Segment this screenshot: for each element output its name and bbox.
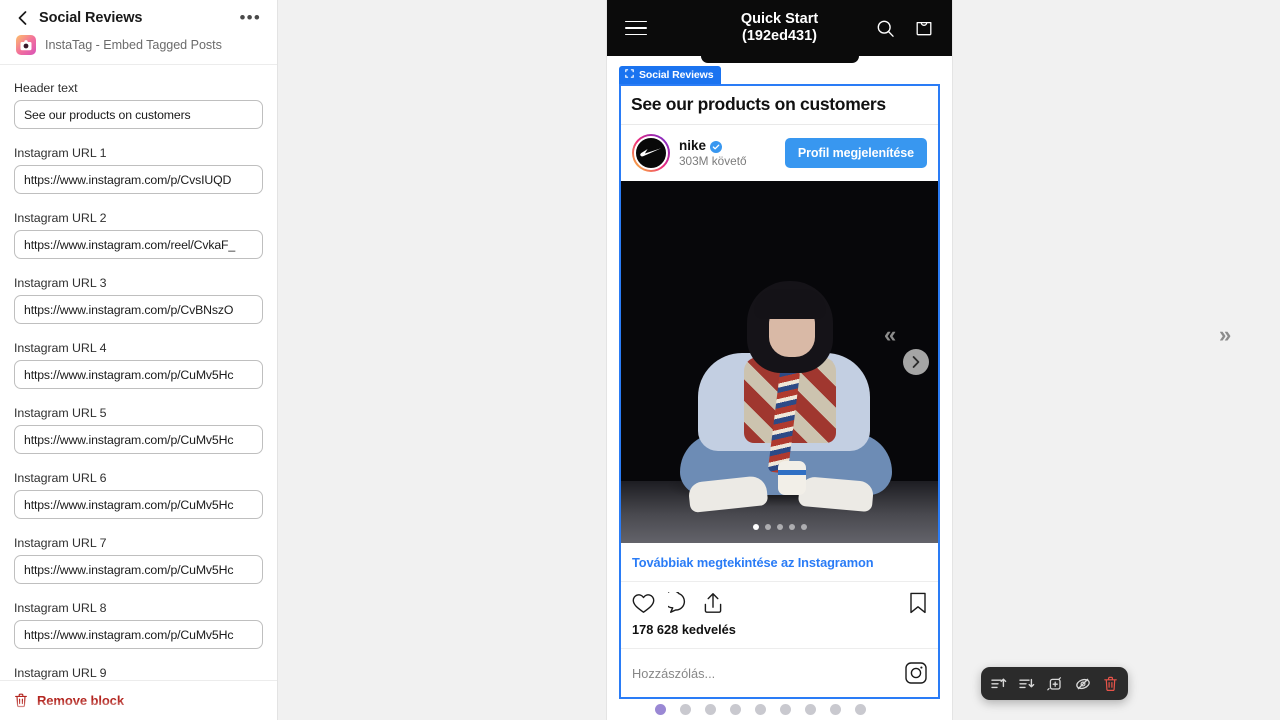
move-down-icon[interactable] bbox=[1019, 677, 1035, 691]
theme-preview-stage: « » Quick Start (192ed431) Social Review… bbox=[278, 0, 1280, 720]
instagram-url-input-2[interactable]: https://www.instagram.com/reel/CvkaF_ bbox=[14, 230, 263, 259]
remove-block-button[interactable]: Remove block bbox=[0, 680, 277, 720]
post-photo bbox=[621, 181, 938, 543]
hide-icon[interactable] bbox=[1075, 676, 1091, 692]
field-label: Instagram URL 2 bbox=[14, 211, 107, 225]
comment-row[interactable]: Hozzászólás... bbox=[621, 648, 938, 697]
field-label: Instagram URL 5 bbox=[14, 406, 107, 420]
instagram-url-input-7[interactable]: https://www.instagram.com/p/CuMv5Hc bbox=[14, 555, 263, 584]
field-label: Instagram URL 9 bbox=[14, 666, 107, 680]
preview-next-arrow[interactable]: » bbox=[1219, 322, 1231, 348]
section-dot[interactable] bbox=[680, 704, 691, 715]
instagram-post-header: nike 303M követő Profil megjelenítése bbox=[621, 125, 938, 181]
social-reviews-block[interactable]: Social Reviews See our products on custo… bbox=[619, 66, 940, 699]
verified-badge-icon bbox=[710, 140, 723, 153]
instagram-icon[interactable] bbox=[905, 662, 927, 684]
settings-field: Instagram URL 3 https://www.instagram.com… bbox=[14, 276, 263, 324]
section-dot[interactable] bbox=[755, 704, 766, 715]
section-dot[interactable] bbox=[730, 704, 741, 715]
settings-field: Instagram URL 6 https://www.instagram.com… bbox=[14, 471, 263, 519]
section-dot[interactable] bbox=[780, 704, 791, 715]
field-label: Instagram URL 7 bbox=[14, 536, 107, 550]
share-icon[interactable] bbox=[703, 592, 723, 614]
block-outline: See our products on customers nike 303M … bbox=[619, 84, 940, 699]
settings-field: Instagram URL 7 https://www.instagram.com… bbox=[14, 536, 263, 584]
storefront-topbar: Quick Start (192ed431) bbox=[607, 0, 952, 56]
block-actions-toolbar bbox=[981, 667, 1128, 700]
move-up-icon[interactable] bbox=[991, 677, 1007, 691]
heart-icon[interactable] bbox=[632, 593, 655, 614]
duplicate-icon[interactable] bbox=[1047, 676, 1063, 692]
field-label: Instagram URL 6 bbox=[14, 471, 107, 485]
settings-field: Header text See our products on customers bbox=[14, 81, 263, 129]
section-dot[interactable] bbox=[705, 704, 716, 715]
block-badge-label: Social Reviews bbox=[639, 69, 714, 81]
settings-field: Instagram URL 4 https://www.instagram.com… bbox=[14, 341, 263, 389]
media-next-button[interactable] bbox=[903, 349, 929, 375]
page-title: Social Reviews bbox=[39, 10, 143, 26]
hamburger-menu-icon[interactable] bbox=[625, 20, 647, 36]
section-pagination-dots[interactable] bbox=[607, 704, 952, 715]
storefront-body: Social Reviews See our products on custo… bbox=[607, 66, 952, 720]
section-dot[interactable] bbox=[855, 704, 866, 715]
settings-field: Instagram URL 1 https://www.instagram.com… bbox=[14, 146, 263, 194]
media-dot[interactable] bbox=[800, 524, 807, 530]
instagram-post-card: nike 303M követő Profil megjelenítése To… bbox=[621, 124, 938, 697]
search-icon[interactable] bbox=[876, 19, 895, 38]
instagram-url-input-8[interactable]: https://www.instagram.com/p/CuMv5Hc bbox=[14, 620, 263, 649]
instagram-url-input-5[interactable]: https://www.instagram.com/p/CuMv5Hc bbox=[14, 425, 263, 454]
view-profile-button[interactable]: Profil megjelenítése bbox=[784, 138, 927, 168]
view-more-on-instagram-link[interactable]: Továbbiak megtekintése az Instagramon bbox=[621, 543, 938, 581]
instagram-url-input-6[interactable]: https://www.instagram.com/p/CuMv5Hc bbox=[14, 490, 263, 519]
field-label: Instagram URL 1 bbox=[14, 146, 107, 160]
media-carousel-dots[interactable] bbox=[621, 524, 938, 530]
section-dot[interactable] bbox=[830, 704, 841, 715]
field-label: Instagram URL 3 bbox=[14, 276, 107, 290]
remove-block-label: Remove block bbox=[37, 693, 124, 708]
instatag-app-icon bbox=[16, 35, 36, 55]
delete-icon[interactable] bbox=[1103, 676, 1118, 692]
instagram-action-bar bbox=[621, 581, 938, 618]
instagram-followers: 303M követő bbox=[679, 154, 747, 168]
comment-placeholder: Hozzászólás... bbox=[632, 665, 716, 681]
trash-icon bbox=[14, 693, 28, 708]
settings-field: Instagram URL 8 https://www.instagram.com… bbox=[14, 601, 263, 649]
header-text-input[interactable]: See our products on customers bbox=[14, 100, 263, 129]
shopping-bag-icon[interactable] bbox=[914, 18, 934, 38]
panel-overflow-menu-button[interactable]: ••• bbox=[238, 9, 263, 26]
settings-field: Instagram URL 9https://www.instagram.com… bbox=[14, 666, 263, 680]
chevron-left-icon[interactable] bbox=[14, 10, 30, 26]
field-label: Header text bbox=[14, 81, 78, 95]
media-dot[interactable] bbox=[764, 524, 771, 530]
section-dot[interactable] bbox=[655, 704, 666, 715]
instagram-username[interactable]: nike bbox=[679, 138, 706, 153]
avatar[interactable] bbox=[632, 134, 670, 172]
media-dot[interactable] bbox=[776, 524, 783, 530]
mobile-preview-frame: Quick Start (192ed431) Social Reviews Se… bbox=[607, 0, 952, 720]
settings-field: Instagram URL 5 https://www.instagram.com… bbox=[14, 406, 263, 454]
app-attribution-row: InstaTag - Embed Tagged Posts bbox=[14, 35, 263, 55]
block-header-text: See our products on customers bbox=[631, 94, 886, 114]
comment-icon[interactable] bbox=[668, 592, 690, 614]
media-dot[interactable] bbox=[788, 524, 795, 530]
block-badge[interactable]: Social Reviews bbox=[619, 66, 722, 84]
preview-notch bbox=[700, 56, 859, 63]
panel-header: Social Reviews ••• InstaTag - Embed Tagg… bbox=[0, 0, 277, 65]
likes-count: 178 628 kedvelés bbox=[632, 622, 736, 637]
instagram-post-media[interactable] bbox=[621, 181, 938, 543]
preview-prev-arrow[interactable]: « bbox=[884, 322, 896, 348]
bookmark-icon[interactable] bbox=[909, 592, 927, 614]
app-name-label: InstaTag - Embed Tagged Posts bbox=[45, 38, 222, 52]
section-dot[interactable] bbox=[805, 704, 816, 715]
field-label: Instagram URL 4 bbox=[14, 341, 107, 355]
settings-field: Instagram URL 2 https://www.instagram.com… bbox=[14, 211, 263, 259]
settings-field-list: Header text See our products on customers… bbox=[0, 65, 277, 680]
media-dot[interactable] bbox=[752, 524, 759, 530]
field-label: Instagram URL 8 bbox=[14, 601, 107, 615]
instagram-url-input-1[interactable]: https://www.instagram.com/p/CvsIUQD bbox=[14, 165, 263, 194]
block-settings-panel: Social Reviews ••• InstaTag - Embed Tagg… bbox=[0, 0, 278, 720]
block-handle-icon bbox=[625, 69, 634, 81]
instagram-url-input-3[interactable]: https://www.instagram.com/p/CvBNszO bbox=[14, 295, 263, 324]
instagram-url-input-4[interactable]: https://www.instagram.com/p/CuMv5Hc bbox=[14, 360, 263, 389]
